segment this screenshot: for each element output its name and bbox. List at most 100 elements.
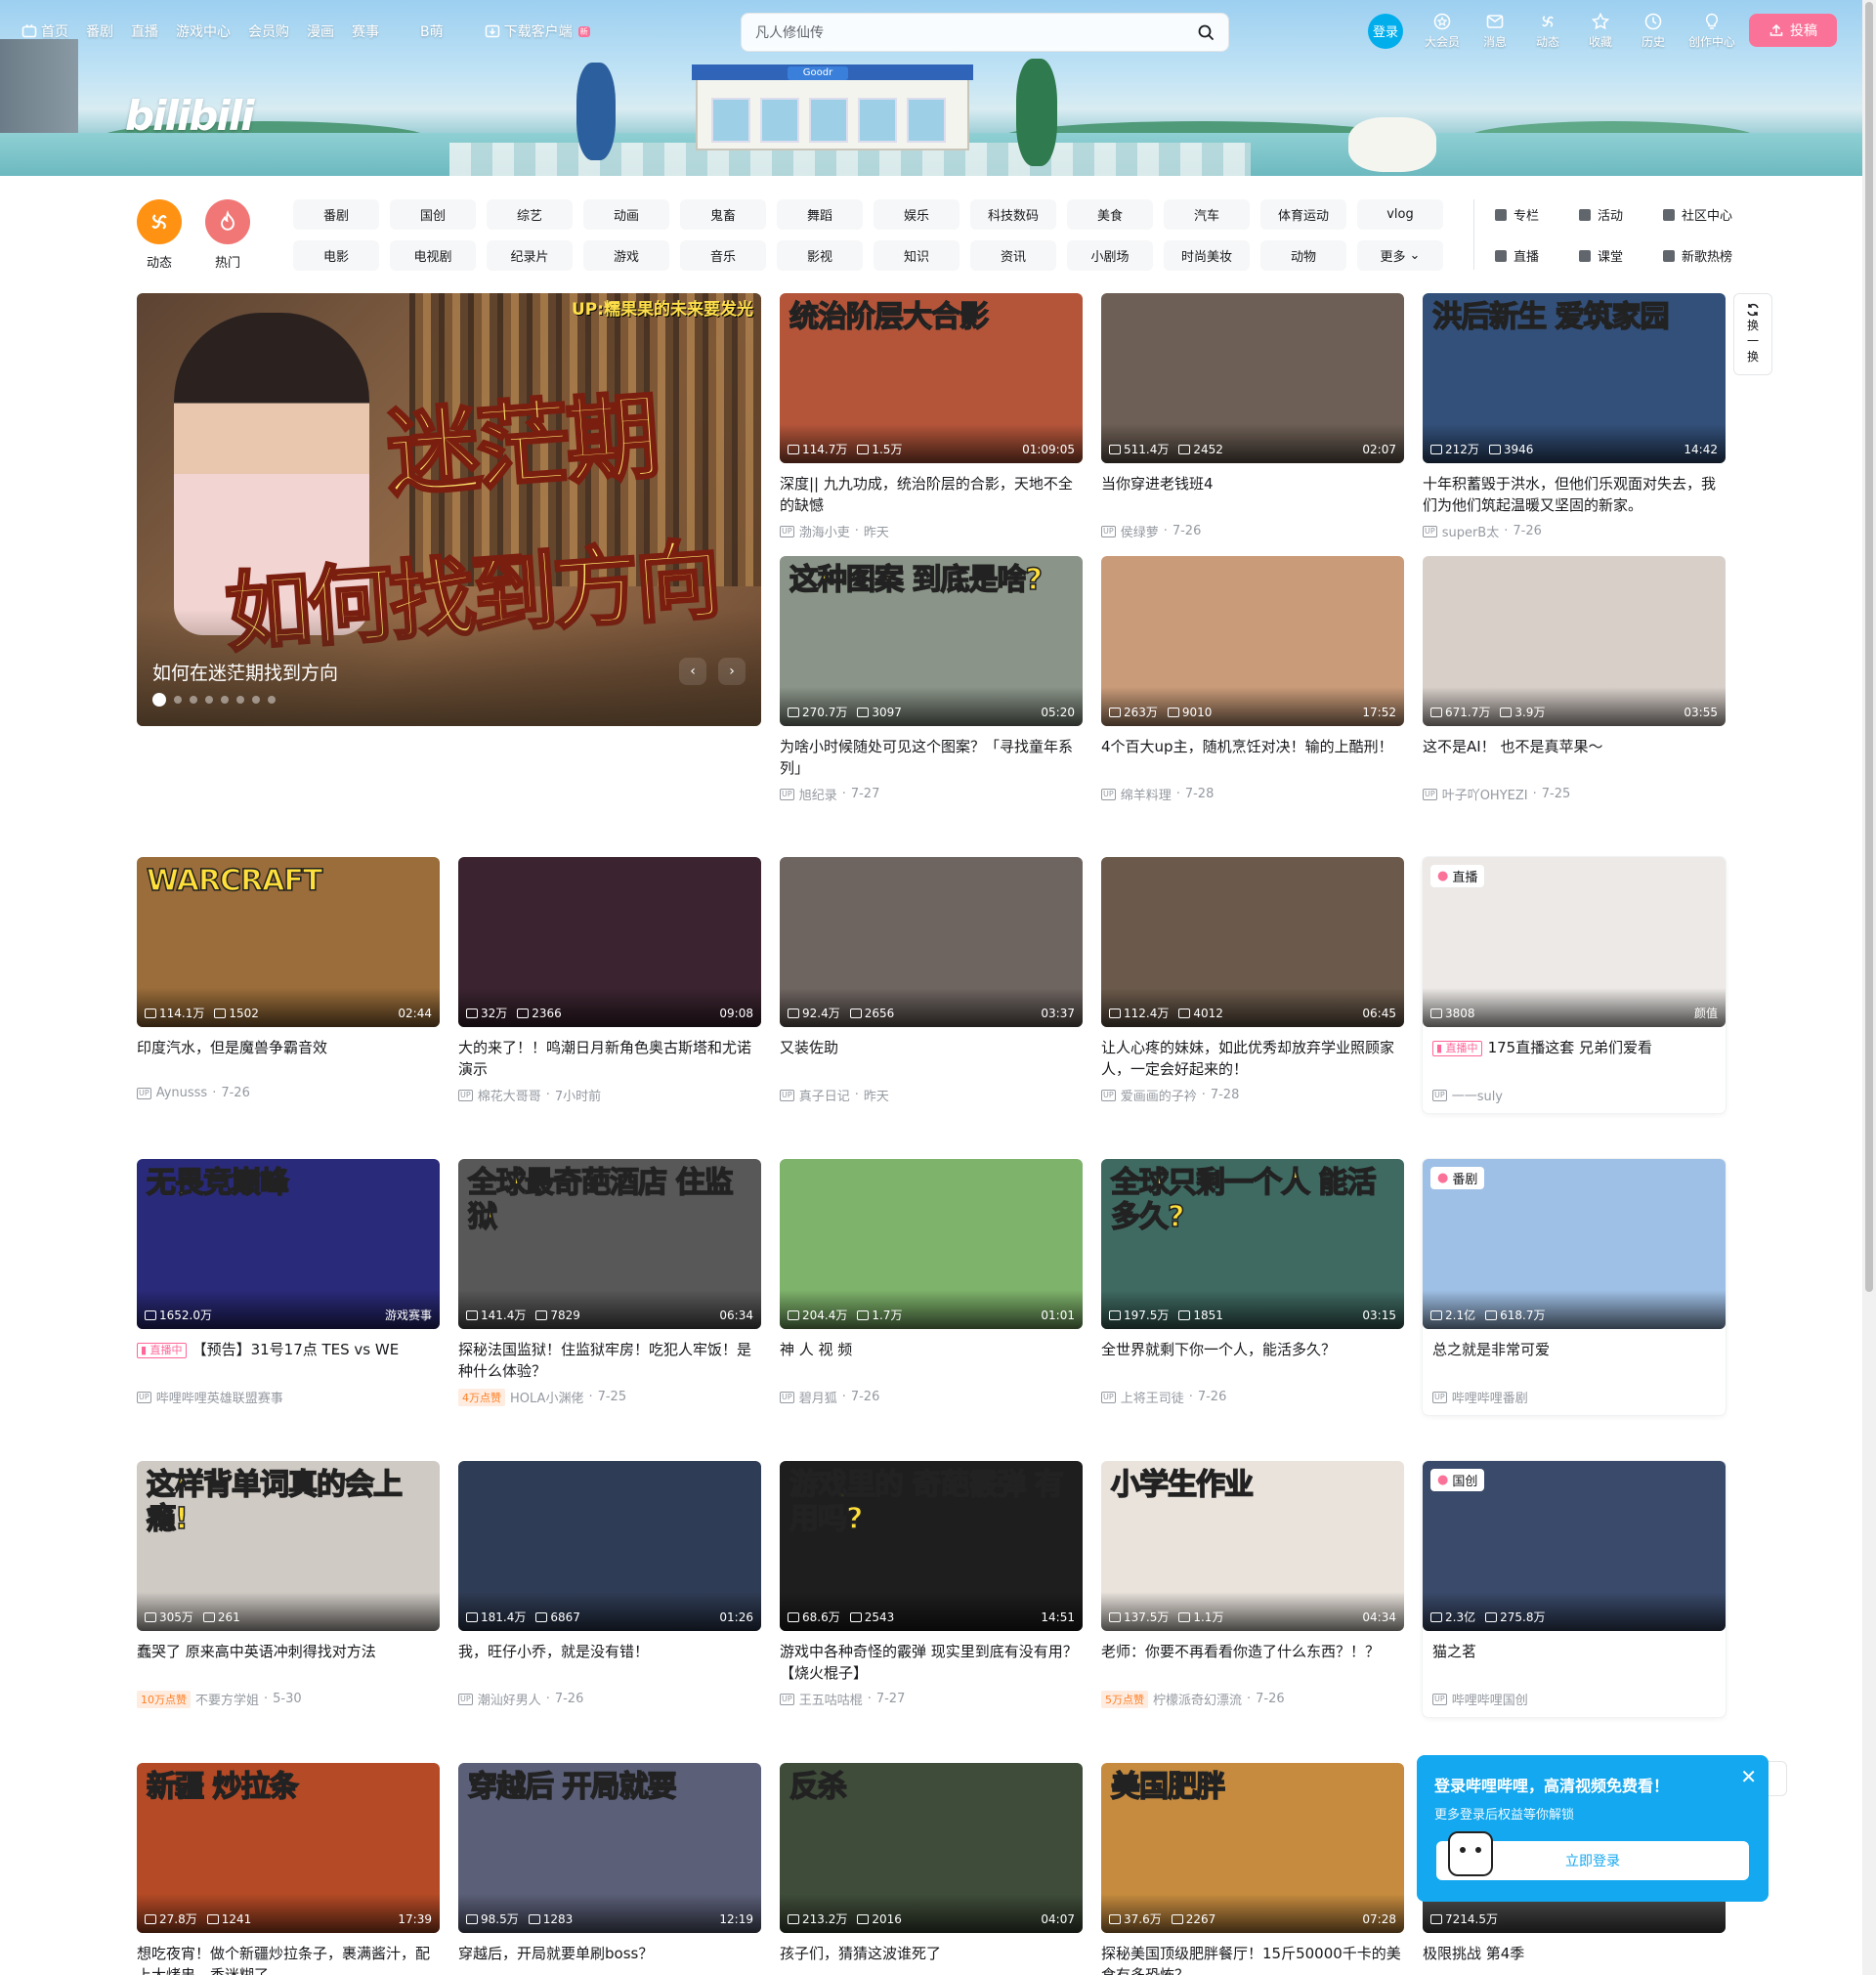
category-chip[interactable]: 番剧 (293, 199, 379, 230)
search-input[interactable]: 凡人修仙传 (755, 22, 1197, 42)
video-thumbnail[interactable]: 小学生作业 137.5万 1.1万 04:34 (1101, 1461, 1404, 1631)
uploader-name[interactable]: 侯绿萝 (1121, 522, 1159, 540)
video-thumbnail[interactable]: 92.4万 2656 03:37 (780, 857, 1083, 1027)
video-title[interactable]: 大的来了！！鸣潮日月新角色奥古斯塔和尤诺演示 (458, 1037, 761, 1080)
video-title[interactable]: ▮ 直播中 【预告】31号17点 TES vs WE (137, 1339, 440, 1382)
nav-download-client[interactable]: 下载客户端 新 (485, 21, 590, 41)
video-title[interactable]: 深度|| 九九功成，统治阶层的合影，天地不全的缺憾 (780, 473, 1083, 516)
video-title[interactable]: 想吃夜宵！做个新疆炒拉条子，裹满酱汁，配上大烤串，香迷糊了 (137, 1943, 440, 1975)
video-card[interactable]: 92.4万 2656 03:37 又装佐助 UP 真子日记 · 昨天 (780, 857, 1083, 1104)
video-card[interactable]: 反杀 213.2万 2016 04:07 孩子们，猜猜这波谁死了 (780, 1763, 1083, 1975)
video-card[interactable]: 统治阶层大合影 114.7万 1.5万 01:09:05 深度|| 九九功成，统治阶层的… (780, 293, 1083, 540)
nav-bmoe[interactable]: B萌 (420, 21, 444, 41)
upload-button[interactable]: 投稿 (1749, 14, 1837, 47)
category-chip[interactable]: 汽车 (1164, 199, 1250, 230)
uploader-name[interactable]: 叶子吖OHYEZI (1442, 785, 1528, 803)
nav-home[interactable]: 首页 (21, 21, 68, 41)
video-thumbnail[interactable]: 穿越后 开局就要 98.5万 1283 12:19 (458, 1763, 761, 1933)
uploader-name[interactable]: 柠檬派奇幻漂流 (1153, 1690, 1242, 1708)
video-card[interactable]: 全球只剩一个人 能活多久? 197.5万 1851 03:15 全世界就剩下你一个人，能… (1101, 1159, 1404, 1406)
video-title[interactable]: 老师：你要不再看看你造了什么东西？！？ (1101, 1641, 1404, 1684)
video-thumbnail[interactable]: 游戏里的 奇葩霰弹 有用吗? 68.6万 2543 14:51 (780, 1461, 1083, 1631)
video-thumbnail[interactable]: 181.4万 6867 01:26 (458, 1461, 761, 1631)
video-card[interactable]: 美国肥胖 37.6万 2267 07:28 探秘美国顶级肥胖餐厅！15斤50000千卡的… (1101, 1763, 1404, 1975)
refresh-button[interactable]: 换 一 换 (1733, 293, 1772, 375)
category-chip[interactable]: 舞蹈 (777, 199, 863, 230)
video-title[interactable]: 极限挑战 第4季 (1423, 1943, 1726, 1975)
video-title[interactable]: 这不是AI！ 也不是真苹果～ (1423, 736, 1726, 779)
video-title[interactable]: 4个百大up主，随机烹饪对决！输的上酷刑！ (1101, 736, 1404, 779)
close-icon[interactable]: ✕ (1740, 1767, 1757, 1786)
video-thumbnail[interactable]: 204.4万 1.7万 01:01 (780, 1159, 1083, 1329)
video-title[interactable]: 为啥小时候随处可见这个图案？「寻找童年系列」 (780, 736, 1083, 779)
uploader-name[interactable]: superB太 (1442, 522, 1500, 540)
video-thumbnail[interactable]: 全球只剩一个人 能活多久? 197.5万 1851 03:15 (1101, 1159, 1404, 1329)
video-thumbnail[interactable]: WARCRAFT 114.1万 1502 02:44 (137, 857, 440, 1027)
nav-creator-center[interactable]: 创作中心 (1686, 12, 1737, 50)
nav-live[interactable]: 直播 (131, 21, 158, 41)
category-chip[interactable]: 游戏 (583, 240, 669, 271)
side-link[interactable]: 专栏 (1495, 205, 1571, 224)
category-chip[interactable]: 国创 (390, 199, 476, 230)
channel-dynamic[interactable]: 动态 (137, 199, 182, 271)
video-card[interactable]: 新疆 炒拉条 27.8万 1241 17:39 想吃夜宵！做个新疆炒拉条子，裹满酱汁，配… (137, 1763, 440, 1975)
uploader-name[interactable]: 潮汕好男人 (478, 1690, 541, 1708)
video-thumbnail[interactable]: 112.4万 4012 06:45 (1101, 857, 1404, 1027)
carousel-dot[interactable] (174, 696, 182, 704)
category-chip[interactable]: 动画 (583, 199, 669, 230)
category-chip[interactable]: 影视 (777, 240, 863, 271)
nav-dynamic[interactable]: 动态 (1528, 12, 1567, 50)
channel-hot[interactable]: 热门 (205, 199, 250, 271)
video-title[interactable]: 全世界就剩下你一个人，能活多久？ (1101, 1339, 1404, 1382)
uploader-name[interactable]: 上将王司徒 (1121, 1388, 1184, 1406)
side-link[interactable]: 课堂 (1579, 246, 1655, 265)
video-thumbnail[interactable]: 美国肥胖 37.6万 2267 07:28 (1101, 1763, 1404, 1933)
category-chip[interactable]: 小剧场 (1067, 240, 1153, 271)
uploader-name[interactable]: 哔哩哔哩番剧 (1452, 1388, 1528, 1406)
nav-esports[interactable]: 赛事 (352, 21, 379, 41)
video-thumbnail[interactable]: 统治阶层大合影 114.7万 1.5万 01:09:05 (780, 293, 1083, 463)
video-thumbnail[interactable]: 263万 9010 17:52 (1101, 556, 1404, 726)
video-title[interactable]: 穿越后，开局就要单刷boss？ (458, 1943, 761, 1975)
video-title[interactable]: 孩子们，猜猜这波谁死了 (780, 1943, 1083, 1975)
video-thumbnail[interactable]: 新疆 炒拉条 27.8万 1241 17:39 (137, 1763, 440, 1933)
video-card[interactable]: ● 番剧 2.1亿 618.7万 总之就是非常可爱 UP 哔哩哔哩番剧 (1423, 1159, 1726, 1415)
featured-carousel[interactable]: UP:糯果果的未来要发光 迷茫期 如何找到方向 如何在迷茫期找到方向 ‹ › (137, 293, 761, 726)
vertical-scrollbar[interactable] (1862, 0, 1876, 1975)
video-card[interactable]: WARCRAFT 114.1万 1502 02:44 印度汽水，但是魔兽争霸音效 UP Ay… (137, 857, 440, 1100)
category-chip[interactable]: 电影 (293, 240, 379, 271)
video-card[interactable]: 511.4万 2452 02:07 当你穿进老钱班4 UP 侯绿萝 · 7-26 (1101, 293, 1404, 540)
uploader-name[interactable]: 真子日记 (799, 1086, 850, 1104)
video-title[interactable]: 探秘美国顶级肥胖餐厅！15斤50000千卡的美食有多恐怖？ (1101, 1943, 1404, 1975)
video-title[interactable]: 总之就是非常可爱 (1423, 1339, 1726, 1382)
scrollbar-thumb[interactable] (1865, 2, 1873, 1292)
uploader-name[interactable]: 哔哩哔哩国创 (1452, 1690, 1528, 1708)
video-thumbnail[interactable]: 32万 2366 09:08 (458, 857, 761, 1027)
video-thumbnail[interactable]: 这种图案 到底是啥? 270.7万 3097 05:20 (780, 556, 1083, 726)
nav-favorite[interactable]: 收藏 (1581, 12, 1620, 50)
uploader-name[interactable]: 绵羊料理 (1121, 785, 1172, 803)
category-chip[interactable]: 鬼畜 (680, 199, 766, 230)
side-link[interactable]: 新歌热榜 (1663, 246, 1739, 265)
search-bar[interactable]: 凡人修仙传 (741, 13, 1229, 52)
category-chip[interactable]: 科技数码 (970, 199, 1056, 230)
video-title[interactable]: 十年积蓄毁于洪水，但他们乐观面对失去，我们为他们筑起温暖又坚固的新家。 (1423, 473, 1726, 516)
video-card[interactable]: 204.4万 1.7万 01:01 神 人 视 频 UP 碧月狐 · 7-26 (780, 1159, 1083, 1406)
video-title[interactable]: 又装佐助 (780, 1037, 1083, 1080)
category-chip[interactable]: 知识 (874, 240, 959, 271)
video-card[interactable]: ● 国创 2.3亿 275.8万 猫之茗 UP 哔哩哔哩国创 (1423, 1461, 1726, 1717)
uploader-name[interactable]: 碧月狐 (799, 1388, 837, 1406)
category-chip[interactable]: 综艺 (487, 199, 573, 230)
uploader-name[interactable]: 一一suly (1452, 1086, 1503, 1104)
uploader-name[interactable]: 不要方学姐 (195, 1690, 259, 1708)
uploader-name[interactable]: 王五咕咕棍 (799, 1690, 863, 1708)
category-chip[interactable]: 时尚美妆 (1164, 240, 1250, 271)
video-thumbnail[interactable]: 这样背单词真的会上瘾! 305万 261 (137, 1461, 440, 1631)
video-title[interactable]: 让人心疼的妹妹，如此优秀却放弃学业照顾家人，一定会好起来的！ (1101, 1037, 1404, 1080)
nav-bangumi[interactable]: 番剧 (86, 21, 113, 41)
category-chip[interactable]: 娱乐 (874, 199, 959, 230)
carousel-dot[interactable] (221, 696, 229, 704)
video-title[interactable]: 猫之茗 (1423, 1641, 1726, 1684)
carousel-dot[interactable] (252, 696, 260, 704)
category-chip[interactable]: 纪录片 (487, 240, 573, 271)
